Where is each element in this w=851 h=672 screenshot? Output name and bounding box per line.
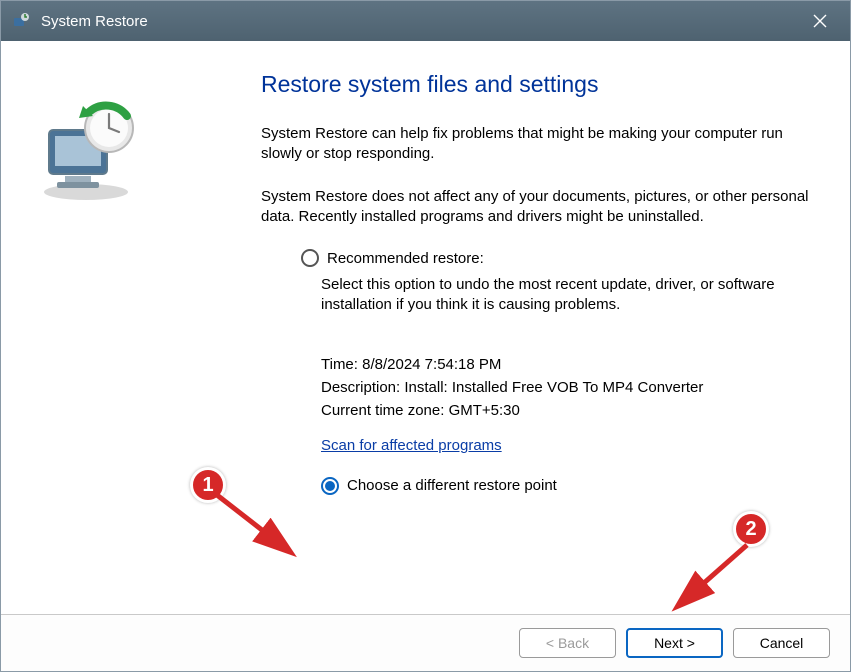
- body: Restore system files and settings System…: [1, 41, 850, 614]
- restore-logo-icon: [31, 96, 141, 211]
- radio-icon: [321, 477, 339, 495]
- time-label: Time:: [321, 356, 358, 373]
- timezone-row: Current time zone: GMT+5:30: [321, 402, 810, 419]
- close-icon[interactable]: [800, 1, 840, 41]
- system-restore-window: System Restore: [0, 0, 851, 672]
- intro-paragraph-1: System Restore can help fix problems tha…: [261, 124, 810, 165]
- time-row: Time: 8/8/2024 7:54:18 PM: [321, 356, 810, 373]
- back-button[interactable]: < Back: [519, 628, 616, 658]
- description-value: Install: Installed Free VOB To MP4 Conve…: [404, 379, 703, 396]
- time-value: 8/8/2024 7:54:18 PM: [362, 356, 501, 373]
- next-button[interactable]: Next >: [626, 628, 723, 658]
- radio-icon: [301, 249, 319, 267]
- footer: < Back Next > Cancel: [1, 614, 850, 671]
- annotation-badge-1: 1: [190, 467, 226, 503]
- timezone-value: GMT+5:30: [449, 402, 520, 419]
- title-text: System Restore: [41, 13, 800, 30]
- left-panel: [1, 41, 171, 614]
- radio-recommended-label: Recommended restore:: [327, 250, 484, 267]
- description-label: Description:: [321, 379, 400, 396]
- cancel-button[interactable]: Cancel: [733, 628, 830, 658]
- app-icon: [11, 11, 31, 31]
- description-row: Description: Install: Installed Free VOB…: [321, 379, 810, 396]
- recommended-description: Select this option to undo the most rece…: [321, 275, 810, 316]
- annotation-badge-2: 2: [733, 511, 769, 547]
- titlebar: System Restore: [1, 1, 850, 41]
- radio-recommended[interactable]: Recommended restore:: [301, 249, 810, 267]
- scan-affected-link[interactable]: Scan for affected programs: [321, 437, 502, 454]
- intro-paragraph-2: System Restore does not affect any of yo…: [261, 187, 810, 228]
- radio-choose-different[interactable]: Choose a different restore point: [321, 477, 810, 495]
- radio-choose-label: Choose a different restore point: [347, 477, 557, 494]
- timezone-label: Current time zone:: [321, 402, 444, 419]
- page-heading: Restore system files and settings: [261, 71, 810, 98]
